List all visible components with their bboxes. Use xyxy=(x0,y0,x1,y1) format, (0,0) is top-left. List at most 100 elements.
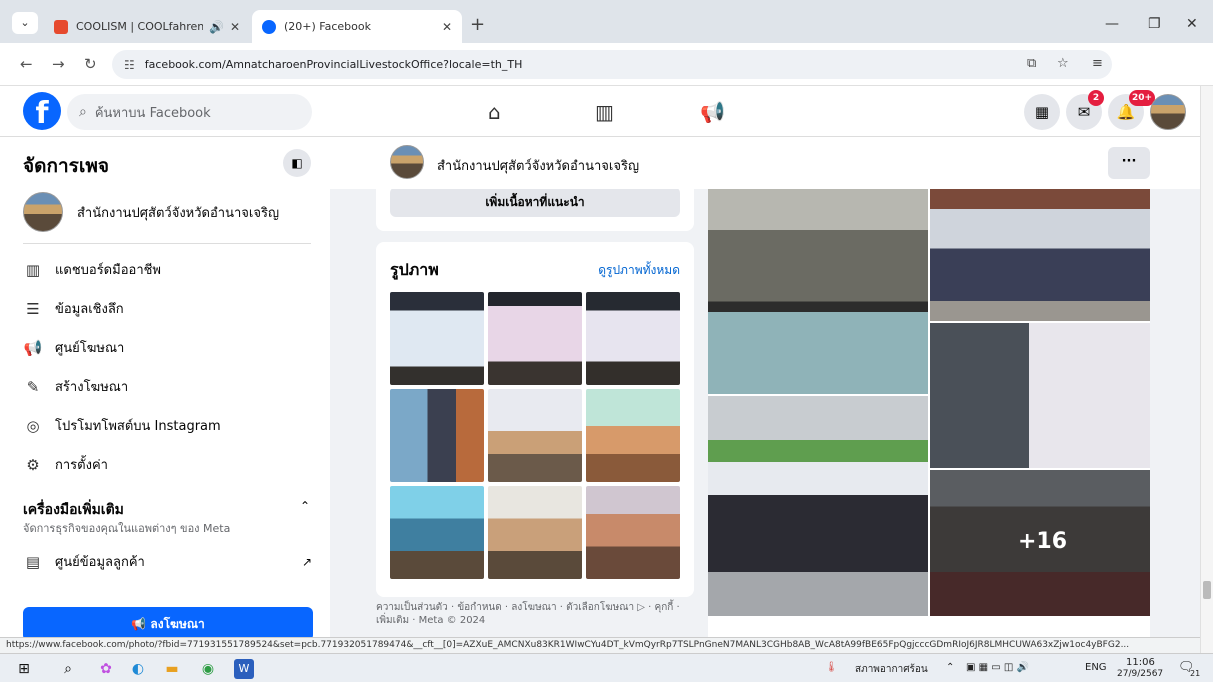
show-hidden-icons-icon[interactable]: ⌃ xyxy=(946,662,954,673)
photo-thumbnail[interactable] xyxy=(488,292,582,385)
tab-facebook[interactable]: (20+) Facebook ✕ xyxy=(252,10,462,43)
speaker-icon[interactable]: 🔊 xyxy=(209,20,224,34)
page-title[interactable]: สำนักงานปศุสัตว์จังหวัดอำนาจเจริญ xyxy=(437,155,639,176)
photo-thumbnail[interactable] xyxy=(488,389,582,482)
more-tools-subtitle: จัดการธุรกิจของคุณในแอพต่างๆ ของ Meta xyxy=(23,522,231,535)
dashboard-icon: ▥ xyxy=(25,260,41,279)
new-tab-icon[interactable]: + xyxy=(470,14,485,35)
photo-thumbnail[interactable] xyxy=(390,292,484,385)
weather-icon[interactable]: 🌡 xyxy=(825,662,838,673)
sidebar-item-dashboard[interactable]: ▥ แดชบอร์ดมืออาชีพ xyxy=(23,259,161,280)
clock-time[interactable]: 11:06 xyxy=(1126,657,1155,668)
sidebar-item-label: ศูนย์ข้อมูลลูกค้า xyxy=(55,555,145,570)
coolism-favicon-icon xyxy=(54,19,68,34)
scrollbar-thumb[interactable] xyxy=(1203,581,1211,599)
advertise-button[interactable]: 📢 ลงโฆษณา xyxy=(23,607,313,637)
home-icon[interactable]: ⌂ xyxy=(488,100,501,124)
photo-thumbnail[interactable] xyxy=(586,389,680,482)
photo-thumbnail[interactable] xyxy=(390,486,484,579)
bookmark-star-icon[interactable]: ☆ xyxy=(1057,56,1069,71)
sidebar-item-label: ศูนย์โฆษณา xyxy=(55,341,125,356)
post-photo[interactable] xyxy=(930,323,1150,468)
see-all-photos-link[interactable]: ดูรูปภาพทั้งหมด xyxy=(598,261,680,280)
clock-date[interactable]: 27/9/2567 xyxy=(1117,669,1163,679)
post-photo[interactable] xyxy=(708,396,928,616)
tab-search-button[interactable]: ⌄ xyxy=(12,12,38,34)
post-photo[interactable] xyxy=(708,189,928,394)
facebook-logo-icon[interactable]: f xyxy=(23,92,61,131)
tab-title: COOLISM | COOLfahrenheit xyxy=(76,20,203,33)
windows-start-icon[interactable]: ⊞ xyxy=(14,659,34,679)
more-tools-title[interactable]: เครื่องมือเพิ่มเติม xyxy=(23,499,124,521)
close-tab-icon[interactable]: ✕ xyxy=(230,20,240,34)
browser-toolbar: ← → ↻ ☷ facebook.com/AmnatcharoenProvinc… xyxy=(0,43,1213,117)
copilot-icon[interactable]: ✿ xyxy=(96,659,116,679)
photos-title: รูปภาพ xyxy=(390,260,439,279)
sidebar-item-insights[interactable]: ☰ ข้อมูลเชิงลึก xyxy=(23,298,124,319)
post-photo-collage xyxy=(708,189,1150,637)
photo-thumbnail[interactable] xyxy=(390,389,484,482)
photos-card: รูปภาพ ดูรูปภาพทั้งหมด xyxy=(376,242,694,597)
edge-browser-icon[interactable]: ◐ xyxy=(128,659,148,679)
install-app-icon[interactable]: ⧉ xyxy=(1027,56,1036,71)
contact-card-icon: ▤ xyxy=(25,552,41,571)
language-indicator[interactable]: ENG xyxy=(1085,662,1107,673)
chrome-icon[interactable]: ◉ xyxy=(198,659,218,679)
sidebar-collapse-icon[interactable]: ◧ xyxy=(283,149,311,177)
forward-icon[interactable]: → xyxy=(52,55,65,73)
reload-icon[interactable]: ↻ xyxy=(84,55,97,73)
back-icon[interactable]: ← xyxy=(20,55,33,73)
windows-taskbar: ⊞ ⌕ ✿ ◐ ▬ ◉ W 🌡 สภาพอากาศร้อน ⌃ ▣ ▦ ▭ ◫ … xyxy=(0,653,1213,682)
more-options-button[interactable]: ··· xyxy=(1108,147,1150,179)
sidebar-item-ad-center[interactable]: 📢 ศูนย์โฆษณา xyxy=(23,337,125,358)
reading-list-icon[interactable]: ≡ xyxy=(1092,56,1103,71)
sidebar-item-label: โปรโมทโพสต์บน Instagram xyxy=(55,419,221,434)
account-avatar[interactable] xyxy=(1150,94,1186,130)
sidebar-item-accounts-center[interactable]: ▤ ศูนย์ข้อมูลลูกค้า xyxy=(23,551,145,572)
gear-icon: ⚙ xyxy=(26,455,40,474)
system-tray-icons[interactable]: ▣ ▦ ▭ ◫ 🔊 xyxy=(966,662,1029,673)
weather-text[interactable]: สภาพอากาศร้อน xyxy=(855,662,928,677)
chevron-up-icon[interactable]: ⌃ xyxy=(300,499,310,513)
footer-links[interactable]: ความเป็นส่วนตัว · ข้อกำหนด · ลงโฆษณา · ต… xyxy=(376,601,694,627)
restore-icon[interactable]: ❐ xyxy=(1148,16,1161,32)
word-icon[interactable]: W xyxy=(234,659,254,679)
minimize-icon[interactable]: — xyxy=(1105,16,1119,32)
add-suggested-content-button[interactable]: เพิ่มเนื้อหาที่แนะนำ xyxy=(390,189,680,217)
sidebar-item-settings[interactable]: ⚙ การตั้งค่า xyxy=(23,454,108,475)
post-photo[interactable] xyxy=(930,189,1150,321)
manage-page-sidebar: จัดการเพจ ◧ สำนักงานปศุสัตว์จังหวัดอำนาจ… xyxy=(0,137,330,637)
divider xyxy=(23,243,311,244)
menu-grid-icon[interactable]: ▦ xyxy=(1024,94,1060,130)
link-preview-url: https://www.facebook.com/photo/?fbid=771… xyxy=(0,637,1200,653)
megaphone-icon[interactable]: 📢 xyxy=(700,100,725,124)
close-window-icon[interactable]: ✕ xyxy=(1186,16,1198,32)
photo-thumbnail[interactable] xyxy=(586,486,680,579)
tab-coolism[interactable]: COOLISM | COOLfahrenheit 🔊 ✕ xyxy=(44,10,250,43)
facebook-header: f ⌕ ค้นหาบน Facebook ⌂ ▥ 📢 ▦ ✉ 2 🔔 20+ xyxy=(0,86,1200,137)
sidebar-page-link[interactable]: สำนักงานปศุสัตว์จังหวัดอำนาจเจริญ xyxy=(23,192,279,232)
sidebar-item-label: การตั้งค่า xyxy=(55,458,108,473)
browser-tab-bar: ⌄ COOLISM | COOLfahrenheit 🔊 ✕ (20+) Fac… xyxy=(0,0,1213,43)
megaphone-icon: 📢 xyxy=(23,338,43,357)
instagram-icon: ◎ xyxy=(26,416,40,435)
file-explorer-icon[interactable]: ▬ xyxy=(162,659,182,679)
tab-title: (20+) Facebook xyxy=(284,20,371,33)
sidebar-item-instagram[interactable]: ◎ โปรโมทโพสต์บน Instagram xyxy=(23,415,221,436)
page-scrollbar[interactable] xyxy=(1200,86,1213,653)
screen: ⌄ COOLISM | COOLfahrenheit 🔊 ✕ (20+) Fac… xyxy=(0,0,1213,682)
page-avatar[interactable] xyxy=(390,145,424,179)
search-icon[interactable]: ⌕ xyxy=(58,659,78,679)
photo-thumbnail[interactable] xyxy=(586,292,680,385)
address-bar[interactable]: ☷ facebook.com/AmnatcharoenProvincialLiv… xyxy=(112,50,1112,79)
site-info-icon[interactable]: ☷ xyxy=(124,58,135,72)
sidebar-item-create-ad[interactable]: ✎ สร้างโฆษณา xyxy=(23,376,128,397)
sidebar-item-label: ข้อมูลเชิงลึก xyxy=(55,302,124,317)
search-input[interactable]: ⌕ ค้นหาบน Facebook xyxy=(67,94,312,130)
close-tab-icon[interactable]: ✕ xyxy=(442,20,452,34)
photo-thumbnail[interactable] xyxy=(488,486,582,579)
megaphone-icon: 📢 xyxy=(131,617,151,631)
sidebar-title: จัดการเพจ xyxy=(23,155,110,177)
search-placeholder: ค้นหาบน Facebook xyxy=(94,105,211,121)
dashboard-icon[interactable]: ▥ xyxy=(595,100,614,124)
